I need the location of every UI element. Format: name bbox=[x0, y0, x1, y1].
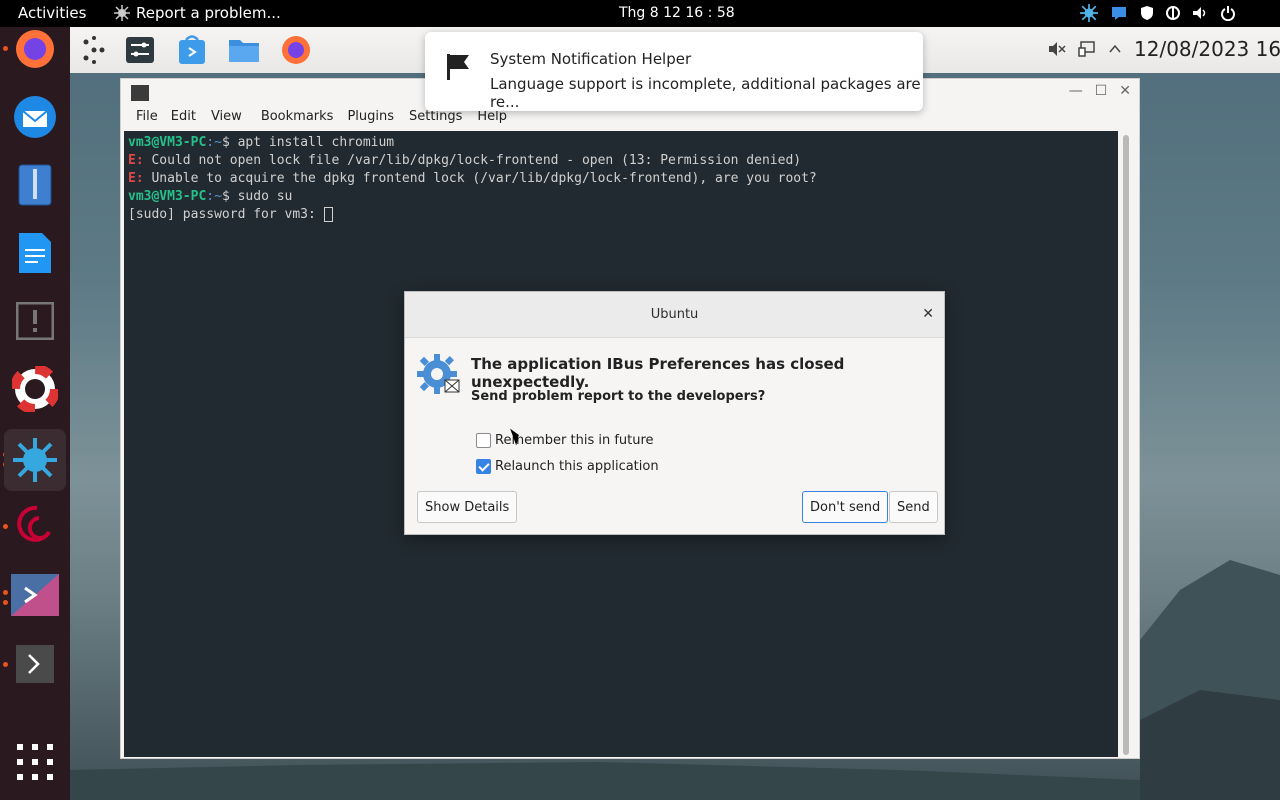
terminal-cursor bbox=[323, 207, 333, 222]
crash-report-dialog: Ubuntu ✕ The application IBus Preference… bbox=[404, 291, 945, 535]
remote-desktop-dock-icon[interactable] bbox=[10, 570, 60, 620]
notification-popup[interactable]: System Notification Helper Language supp… bbox=[425, 32, 923, 111]
terminal-dock-icon[interactable] bbox=[10, 639, 60, 689]
terminal-window-icon bbox=[131, 85, 149, 101]
notification-title: System Notification Helper bbox=[490, 50, 692, 68]
dialog-close-button[interactable]: ✕ bbox=[922, 306, 934, 322]
send-button[interactable]: Send bbox=[889, 491, 938, 523]
apport-tray-icon[interactable] bbox=[1080, 4, 1098, 22]
panel-datetime[interactable]: 12/08/2023 16:5 bbox=[1134, 37, 1280, 61]
running-indicator bbox=[3, 524, 8, 529]
menu-file[interactable]: File bbox=[121, 109, 165, 131]
dialog-heading: The application IBus Preferences has clo… bbox=[471, 355, 845, 391]
app-name: Report a problem... bbox=[136, 4, 281, 22]
thunderbird-dock-icon[interactable] bbox=[10, 92, 60, 142]
menu-view[interactable]: View bbox=[203, 109, 249, 131]
dialog-title: Ubuntu bbox=[650, 307, 699, 322]
display-icon[interactable] bbox=[1078, 40, 1096, 58]
chat-tray-icon[interactable] bbox=[1110, 5, 1128, 21]
terminal-line: E: Unable to acquire the dpkg frontend l… bbox=[128, 171, 817, 186]
kickoff-launcher-icon[interactable] bbox=[78, 34, 110, 66]
activities-button[interactable]: Activities bbox=[18, 4, 86, 22]
running-indicator bbox=[3, 590, 8, 595]
clock[interactable]: Thg 8 12 16 : 58 bbox=[619, 5, 735, 21]
close-button[interactable]: ✕ bbox=[1119, 83, 1131, 99]
running-indicator bbox=[3, 662, 8, 667]
notification-body: Language support is incomplete, addition… bbox=[490, 75, 921, 111]
debian-dock-icon[interactable] bbox=[10, 501, 60, 551]
menu-bookmarks[interactable]: Bookmarks bbox=[249, 109, 341, 131]
maximize-button[interactable]: ☐ bbox=[1095, 83, 1108, 99]
apport-gear-icon bbox=[417, 354, 460, 394]
running-indicator bbox=[3, 46, 8, 51]
terminal-scrollbar[interactable] bbox=[1123, 135, 1129, 755]
terminal-line: vm3@VM3-PC:~$ sudo su bbox=[128, 189, 293, 204]
menu-help[interactable]: Help bbox=[469, 109, 514, 131]
relaunch-checkbox-label: Relaunch this application bbox=[495, 459, 659, 474]
top-bar: Activities Report a problem... Thg 8 12 … bbox=[0, 0, 1280, 27]
terminal-line: E: Could not open lock file /var/lib/dpk… bbox=[128, 153, 802, 168]
chevron-up-icon[interactable] bbox=[1108, 42, 1122, 56]
running-indicator bbox=[3, 600, 8, 605]
menu-settings[interactable]: Settings bbox=[401, 109, 469, 131]
settings-launcher-icon[interactable] bbox=[124, 34, 156, 66]
help-dock-icon[interactable] bbox=[10, 364, 60, 414]
text-editor-dock-icon[interactable] bbox=[10, 228, 60, 278]
menu-plugins[interactable]: Plugins bbox=[340, 109, 401, 131]
store-launcher-icon[interactable] bbox=[176, 34, 208, 66]
file-manager-launcher-icon[interactable] bbox=[228, 34, 260, 66]
app-menu[interactable]: Report a problem... bbox=[114, 4, 281, 22]
panel-tray[interactable]: 12/08/2023 16:5 bbox=[1048, 37, 1280, 61]
minimize-button[interactable]: — bbox=[1069, 83, 1083, 99]
dock bbox=[0, 27, 70, 800]
show-details-button[interactable]: Show Details bbox=[417, 491, 518, 523]
apport-dock-icon[interactable] bbox=[4, 429, 66, 491]
mute-icon[interactable] bbox=[1048, 40, 1066, 58]
firefox-launcher-icon[interactable] bbox=[280, 34, 312, 66]
menu-edit[interactable]: Edit bbox=[165, 109, 203, 131]
dialog-titlebar[interactable]: Ubuntu ✕ bbox=[405, 292, 944, 338]
network-icon[interactable] bbox=[1166, 5, 1180, 21]
firefox-dock-icon[interactable] bbox=[10, 24, 60, 74]
relaunch-checkbox-box[interactable] bbox=[476, 459, 491, 474]
report-problem-icon bbox=[114, 5, 130, 21]
power-icon[interactable] bbox=[1220, 5, 1236, 21]
file-archiver-dock-icon[interactable] bbox=[10, 160, 60, 210]
dont-send-button[interactable]: Don't send bbox=[802, 491, 889, 523]
system-tray[interactable] bbox=[1080, 4, 1236, 22]
volume-icon[interactable] bbox=[1192, 5, 1208, 21]
problem-reporting-dock-icon[interactable] bbox=[10, 296, 60, 346]
remember-checkbox[interactable]: Remember this in future bbox=[476, 433, 654, 448]
show-apps-grid-icon[interactable] bbox=[10, 737, 60, 787]
remember-checkbox-box[interactable] bbox=[476, 433, 491, 448]
relaunch-checkbox[interactable]: Relaunch this application bbox=[476, 459, 659, 474]
vpn-shield-icon[interactable] bbox=[1140, 5, 1154, 21]
terminal-menubar: File Edit View Bookmarks Plugins Setting… bbox=[121, 109, 514, 131]
terminal-line: [sudo] password for vm3: bbox=[128, 207, 1114, 225]
terminal-line: vm3@VM3-PC:~$ apt install chromium bbox=[128, 135, 395, 150]
flag-icon bbox=[447, 54, 469, 80]
dialog-subheading: Send problem report to the developers? bbox=[471, 389, 766, 404]
